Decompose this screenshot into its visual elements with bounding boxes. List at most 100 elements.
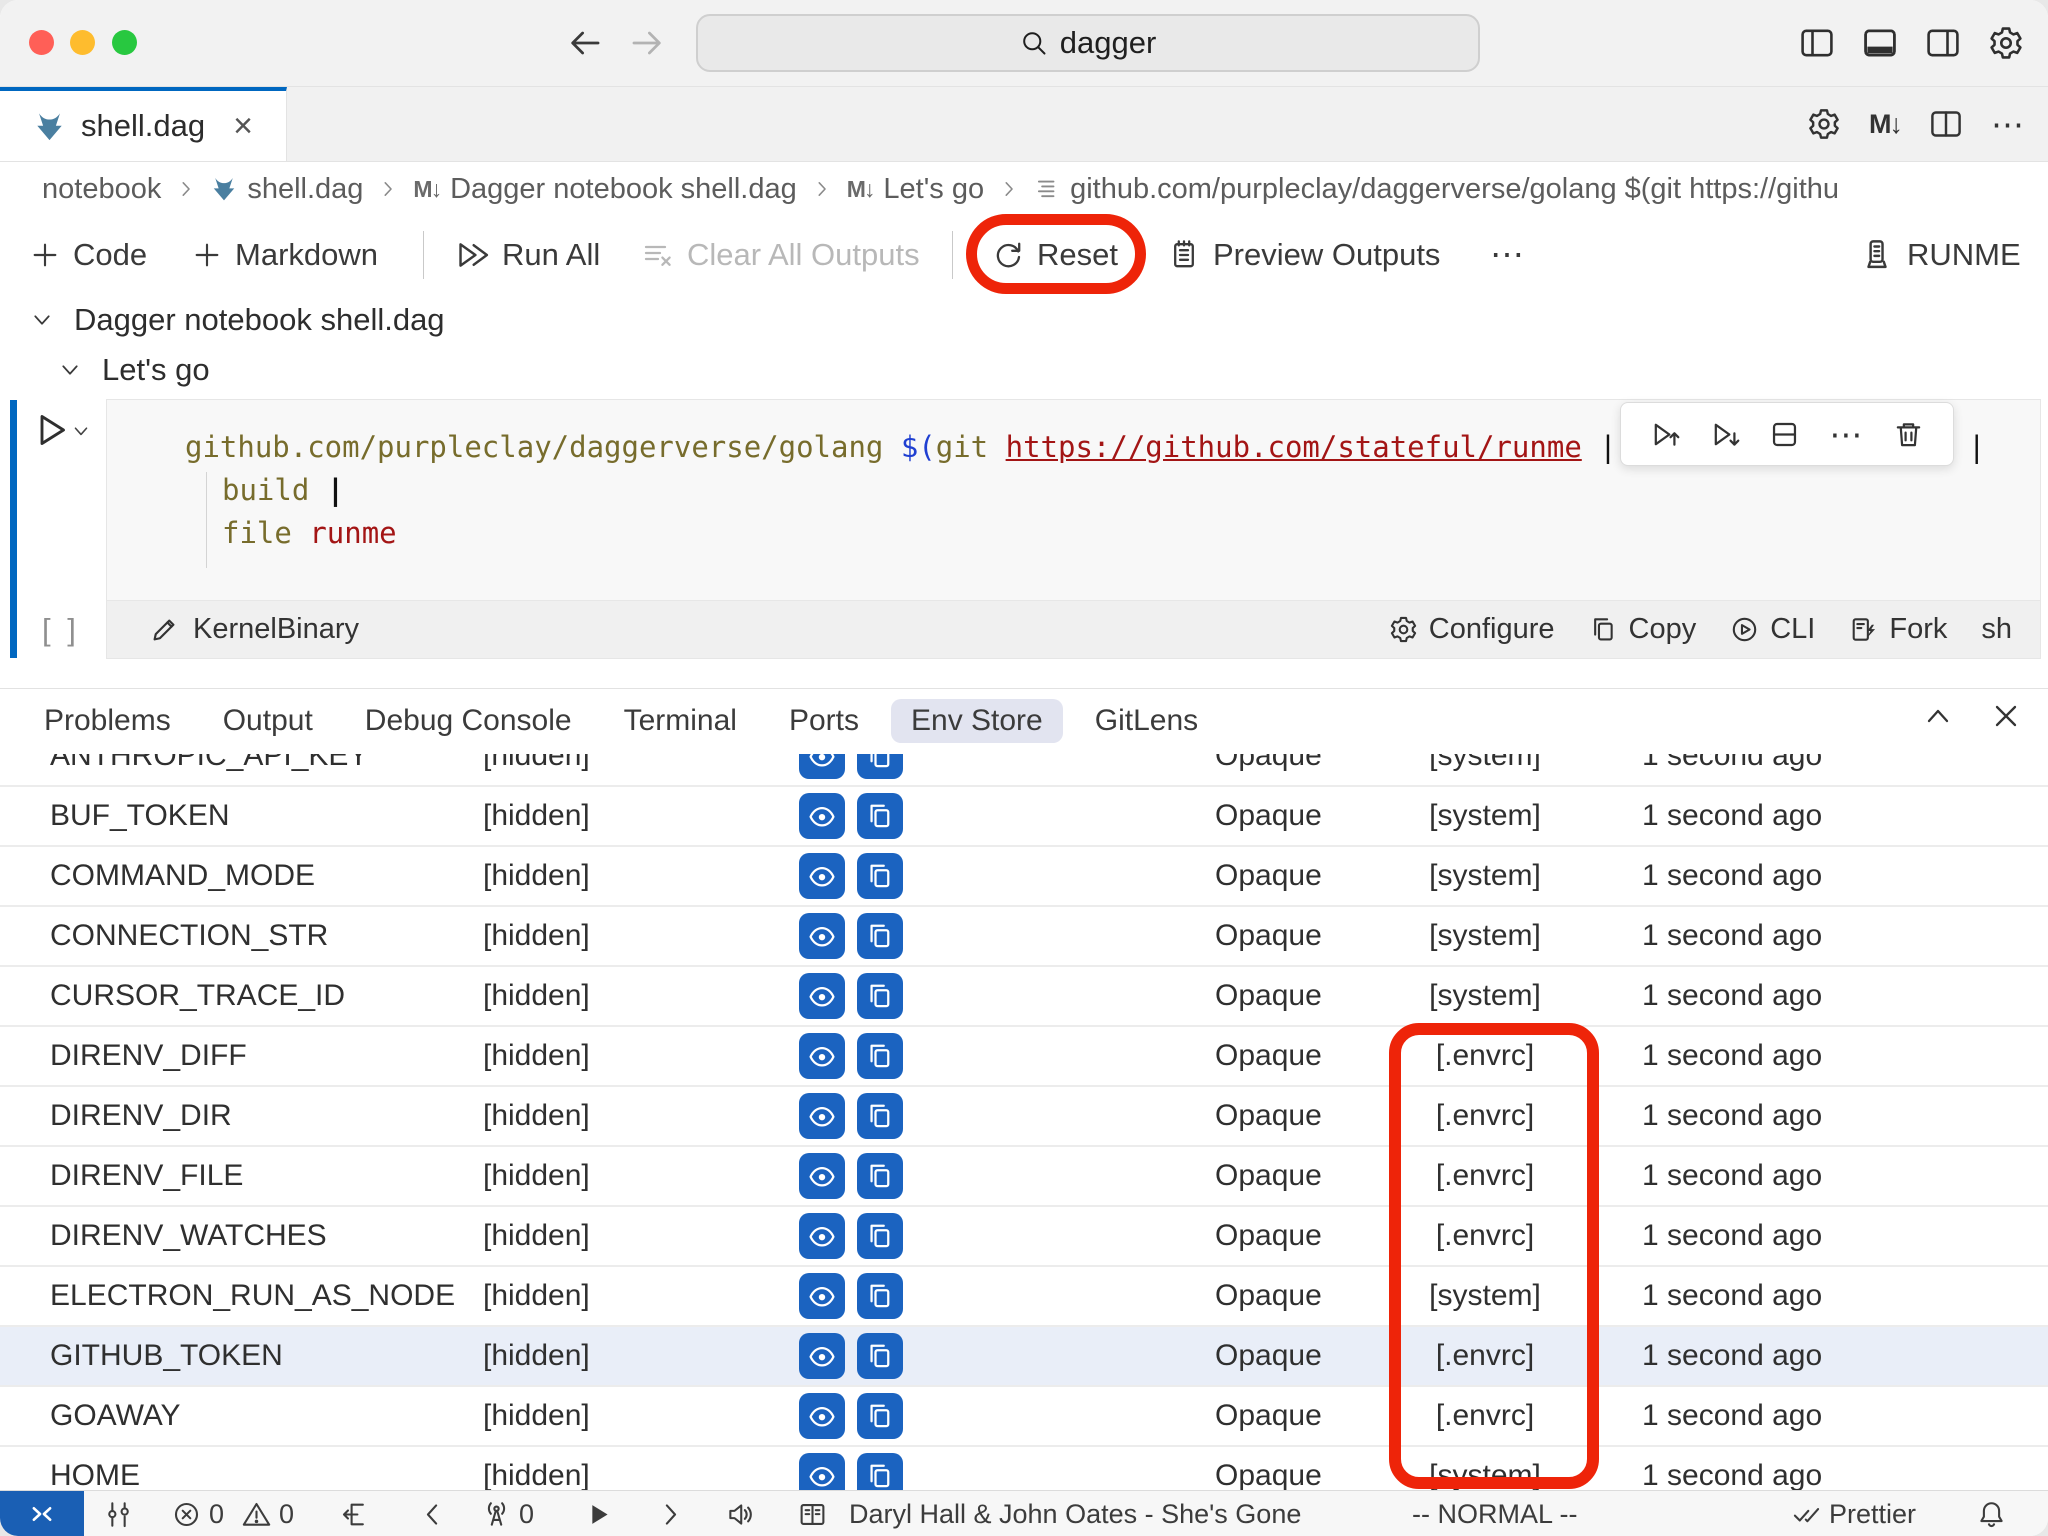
delete-cell-icon[interactable] [1893,419,1924,450]
copy-value-button[interactable] [857,853,903,899]
breadcrumb-item-notebook[interactable]: notebook [42,173,161,206]
copy-value-button[interactable] [857,1093,903,1139]
fork-button[interactable]: Fork [1849,613,1947,646]
breadcrumb-item-section[interactable]: M↓ Let's go [847,173,984,206]
copy-button[interactable]: Copy [1589,613,1697,646]
reveal-value-button[interactable] [799,1273,845,1319]
run-options-chevron-icon[interactable] [70,410,92,442]
env-table-row[interactable]: CURSOR_TRACE_ID [hidden] Opaque [system]… [0,967,2048,1027]
runme-button[interactable]: RUNME [1860,217,2021,293]
copy-value-button[interactable] [857,1273,903,1319]
panel-tab-problems[interactable]: Problems [44,699,171,743]
copy-value-button[interactable] [857,1453,903,1490]
run-cell-button[interactable] [30,410,92,450]
reveal-value-button[interactable] [799,973,845,1019]
close-panel-icon[interactable] [1990,700,2022,732]
reveal-value-button[interactable] [799,1033,845,1079]
exit-door-icon[interactable] [340,1491,369,1536]
add-code-cell-button[interactable]: Code [30,217,147,293]
broadcast-status[interactable]: 0 [482,1491,534,1536]
chevron-right-icon[interactable] [656,1491,685,1536]
problems-summary[interactable]: 0 0 [172,1491,294,1536]
breadcrumb-item-notebook-title[interactable]: M↓ Dagger notebook shell.dag [413,173,796,206]
code-line-1[interactable]: github.com/purpleclay/daggerverse/golang… [185,430,1634,464]
env-table-row[interactable]: COMMAND_MODE [hidden] Opaque [system] 1 … [0,847,2048,907]
env-table-row[interactable]: CONNECTION_STR [hidden] Opaque [system] … [0,907,2048,967]
execute-above-icon[interactable] [1650,419,1681,450]
split-cell-icon[interactable] [1769,419,1800,450]
vim-mode-indicator[interactable]: -- NORMAL -- [1412,1491,1577,1536]
reveal-value-button[interactable] [799,793,845,839]
env-table-row[interactable]: GOAWAY [hidden] Opaque [.envrc] 1 second… [0,1387,2048,1447]
env-table-row[interactable]: GITHUB_TOKEN [hidden] Opaque [.envrc] 1 … [0,1327,2048,1387]
preview-outputs-button[interactable]: Preview Outputs [1168,217,1440,293]
panel-tab-ports[interactable]: Ports [789,699,859,743]
split-editor-icon[interactable] [1929,107,1963,141]
add-markdown-cell-button[interactable]: Markdown [192,217,378,293]
toggle-secondary-sidebar-icon[interactable] [1925,25,1961,61]
env-table-row[interactable]: BUF_TOKEN [hidden] Opaque [system] 1 sec… [0,787,2048,847]
copy-value-button[interactable] [857,913,903,959]
open-markdown-preview-icon[interactable]: M↓ [1869,109,1901,140]
notebook-settings-gear-icon[interactable] [1807,107,1841,141]
panel-tab-terminal[interactable]: Terminal [624,699,737,743]
copy-value-button[interactable] [857,1153,903,1199]
notifications-bell-icon[interactable] [1977,1491,2006,1536]
env-table-row[interactable]: HOME [hidden] Opaque [system] 1 second a… [0,1447,2048,1490]
copy-value-button[interactable] [857,754,903,779]
execute-below-icon[interactable] [1710,419,1741,450]
copy-value-button[interactable] [857,1033,903,1079]
env-table-row[interactable]: DIRENV_WATCHES [hidden] Opaque [.envrc] … [0,1207,2048,1267]
traffic-light-minimize-button[interactable] [70,30,95,55]
copy-value-button[interactable] [857,973,903,1019]
configure-button[interactable]: Configure [1389,613,1555,646]
copy-value-button[interactable] [857,1393,903,1439]
traffic-light-maximize-button[interactable] [112,30,137,55]
kernel-selector[interactable]: KernelBinary [149,613,359,646]
chevron-down-icon[interactable] [30,308,54,332]
settings-gear-icon[interactable] [1988,25,2024,61]
chevron-left-icon[interactable] [418,1491,447,1536]
play-icon[interactable] [584,1491,613,1536]
copy-value-button[interactable] [857,1213,903,1259]
env-table-row[interactable]: DIRENV_DIFF [hidden] Opaque [.envrc] 1 s… [0,1027,2048,1087]
reveal-value-button[interactable] [799,1153,845,1199]
toggle-primary-sidebar-icon[interactable] [1799,25,1835,61]
env-table-row[interactable]: DIRENV_DIR [hidden] Opaque [.envrc] 1 se… [0,1087,2048,1147]
code-line-2[interactable]: build | [222,473,344,507]
reveal-value-button[interactable] [799,1393,845,1439]
cell-more-actions-icon[interactable]: ⋯ [1829,415,1864,454]
now-playing[interactable]: Daryl Hall & John Oates - She's Gone [798,1491,1301,1536]
panel-tab-output[interactable]: Output [223,699,313,743]
breadcrumb-item-cell[interactable]: github.com/purpleclay/daggerverse/golang… [1034,173,1839,206]
cli-button[interactable]: CLI [1730,613,1815,646]
maximize-panel-chevron-icon[interactable] [1922,700,1954,732]
reveal-value-button[interactable] [799,1093,845,1139]
tab-shell-dag[interactable]: shell.dag × [0,87,287,161]
reveal-value-button[interactable] [799,1453,845,1490]
run-all-button[interactable]: Run All [455,217,600,293]
code-line-3[interactable]: file runme [222,516,397,550]
formatter-status[interactable]: Prettier [1792,1491,1916,1536]
notebook-title-row[interactable]: Dagger notebook shell.dag [30,296,445,344]
cell-language-label[interactable]: sh [1981,613,2012,646]
copy-value-button[interactable] [857,1333,903,1379]
reveal-value-button[interactable] [799,913,845,959]
reveal-value-button[interactable] [799,754,845,779]
more-actions-icon[interactable]: ⋯ [1991,105,2024,144]
traffic-light-close-button[interactable] [29,30,54,55]
tab-close-icon[interactable]: × [233,109,253,143]
tune-sliders-icon[interactable] [104,1491,133,1536]
copy-value-button[interactable] [857,793,903,839]
navigate-back-button[interactable] [566,24,604,62]
navigate-forward-button[interactable] [628,24,666,62]
remote-indicator[interactable] [0,1491,84,1536]
panel-tab-gitlens[interactable]: GitLens [1095,699,1198,743]
panel-tab-env-store[interactable]: Env Store [891,699,1063,743]
reset-button[interactable]: Reset [992,217,1118,293]
env-table-row[interactable]: DIRENV_FILE [hidden] Opaque [.envrc] 1 s… [0,1147,2048,1207]
reveal-value-button[interactable] [799,1213,845,1259]
clear-all-outputs-button[interactable]: Clear All Outputs [642,217,920,293]
env-table-row[interactable]: ELECTRON_RUN_AS_NODE [hidden] Opaque [sy… [0,1267,2048,1327]
chevron-down-icon[interactable] [58,358,82,382]
